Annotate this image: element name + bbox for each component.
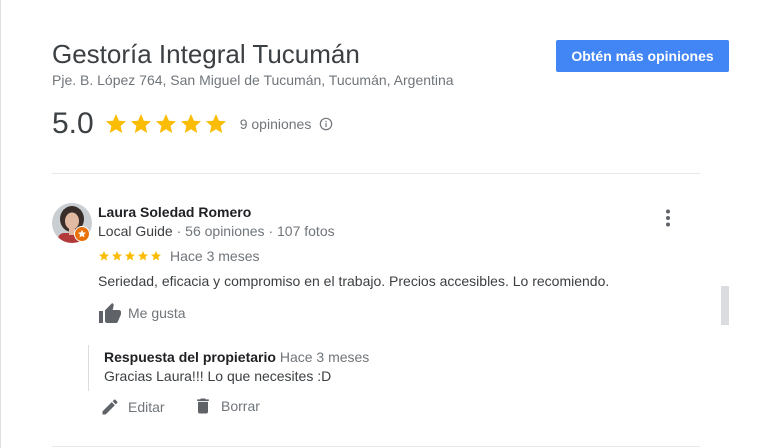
more-options-button[interactable] xyxy=(656,206,680,230)
rating-value: 5.0 xyxy=(52,107,94,140)
business-name: Gestoría Integral Tucumán xyxy=(52,39,360,69)
left-border xyxy=(0,0,1,448)
review-rating-row: Hace 3 meses xyxy=(98,248,259,264)
info-icon[interactable] xyxy=(319,117,333,131)
delete-button[interactable]: Borrar xyxy=(193,396,260,416)
thumb-up-icon xyxy=(99,303,121,323)
star-icon xyxy=(205,114,226,133)
star-icon xyxy=(130,114,151,133)
more-vert-icon xyxy=(666,209,670,227)
star-icon xyxy=(112,251,122,261)
star-icon xyxy=(180,114,201,133)
owner-response-header: Respuesta del propietario Hace 3 meses xyxy=(104,349,369,365)
star-icon xyxy=(99,251,109,261)
edit-label: Editar xyxy=(128,399,165,415)
review-count: 9 opiniones xyxy=(239,116,312,132)
star-icon xyxy=(151,251,161,261)
like-button[interactable]: Me gusta xyxy=(98,302,186,324)
owner-response-title: Respuesta del propietario xyxy=(104,349,276,365)
review-stars xyxy=(98,250,162,262)
get-more-reviews-button[interactable]: Obtén más opiniones xyxy=(556,40,729,72)
divider xyxy=(52,446,700,447)
star-icon xyxy=(125,251,135,261)
edit-button[interactable]: Editar xyxy=(100,397,165,417)
local-guide-label: Local Guide xyxy=(98,223,173,239)
star-icon xyxy=(105,114,126,133)
rating-stars xyxy=(104,112,228,136)
scrollbar-thumb[interactable] xyxy=(721,286,729,325)
review-text: Seriedad, eficacia y compromiso en el tr… xyxy=(98,273,610,289)
owner-response: Respuesta del propietario Hace 3 meses G… xyxy=(88,345,389,391)
reviewer-meta: Local Guide · 56 opiniones · 107 fotos xyxy=(98,223,335,239)
star-icon xyxy=(155,114,176,133)
divider xyxy=(52,173,700,174)
owner-response-text: Gracias Laura!!! Lo que necesites :D xyxy=(104,368,332,384)
trash-icon xyxy=(197,398,209,414)
pencil-icon xyxy=(102,399,118,415)
like-label: Me gusta xyxy=(128,305,186,321)
local-guide-badge-icon xyxy=(74,226,90,242)
reviewer-name[interactable]: Laura Soledad Romero xyxy=(98,204,251,220)
business-address: Pje. B. López 764, San Miguel de Tucumán… xyxy=(52,72,454,88)
delete-label: Borrar xyxy=(221,398,260,414)
review-date: Hace 3 meses xyxy=(170,248,260,264)
rating-summary: 5.0 9 opiniones xyxy=(52,104,333,144)
owner-response-date: Hace 3 meses xyxy=(279,349,370,365)
star-icon xyxy=(138,251,148,261)
reviewer-stats: · 56 opiniones · 107 fotos xyxy=(176,223,335,239)
